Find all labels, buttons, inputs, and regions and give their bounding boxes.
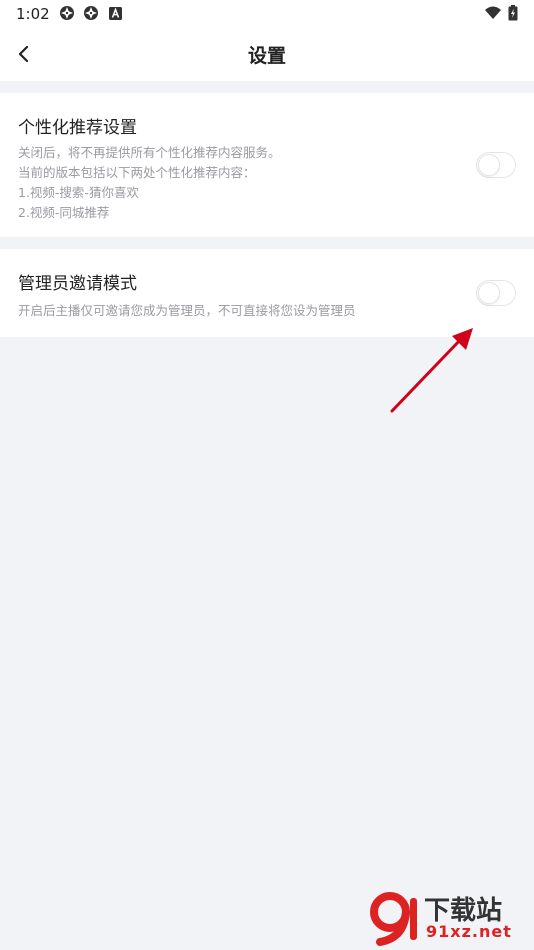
toggle-knob xyxy=(478,154,500,176)
watermark: 下载站 91xz.net xyxy=(368,890,528,946)
description-line: 1.视频-搜索-猜你喜欢 xyxy=(18,185,139,200)
aperture-icon xyxy=(84,6,98,20)
setting-description: 开启后主播仅可邀请您成为管理员，不可直接将您设为管理员 xyxy=(18,301,356,321)
a-badge-icon xyxy=(109,7,122,20)
setting-card-personalized-recommendation: 个性化推荐设置 关闭后，将不再提供所有个性化推荐内容服务。 当前的版本包括以下两… xyxy=(0,93,534,237)
description-line: 2.视频-同城推荐 xyxy=(18,205,110,220)
setting-title: 管理员邀请模式 xyxy=(18,274,137,294)
watermark-logo-icon xyxy=(370,892,417,946)
setting-description: 关闭后，将不再提供所有个性化推荐内容服务。 当前的版本包括以下两处个性化推荐内容… xyxy=(18,143,281,223)
page-title: 设置 xyxy=(247,45,286,67)
battery-charging-icon xyxy=(508,5,518,21)
aperture-icon xyxy=(60,6,74,20)
status-bar: 1:02 xyxy=(0,0,534,28)
setting-title: 个性化推荐设置 xyxy=(18,118,137,138)
admin-invite-mode-toggle[interactable] xyxy=(476,280,516,306)
toggle-knob xyxy=(478,282,500,304)
annotation-arrow-icon xyxy=(390,328,473,413)
status-time: 1:02 xyxy=(16,5,50,23)
description-line: 开启后主播仅可邀请您成为管理员，不可直接将您设为管理员 xyxy=(18,303,356,318)
description-line: 关闭后，将不再提供所有个性化推荐内容服务。 xyxy=(18,145,281,160)
wifi-icon xyxy=(485,6,501,19)
nav-bar: 设置 xyxy=(0,28,534,81)
watermark-url: 91xz.net xyxy=(426,922,512,941)
personalized-recommendation-toggle[interactable] xyxy=(476,152,516,178)
description-line: 当前的版本包括以下两处个性化推荐内容： xyxy=(18,165,256,180)
